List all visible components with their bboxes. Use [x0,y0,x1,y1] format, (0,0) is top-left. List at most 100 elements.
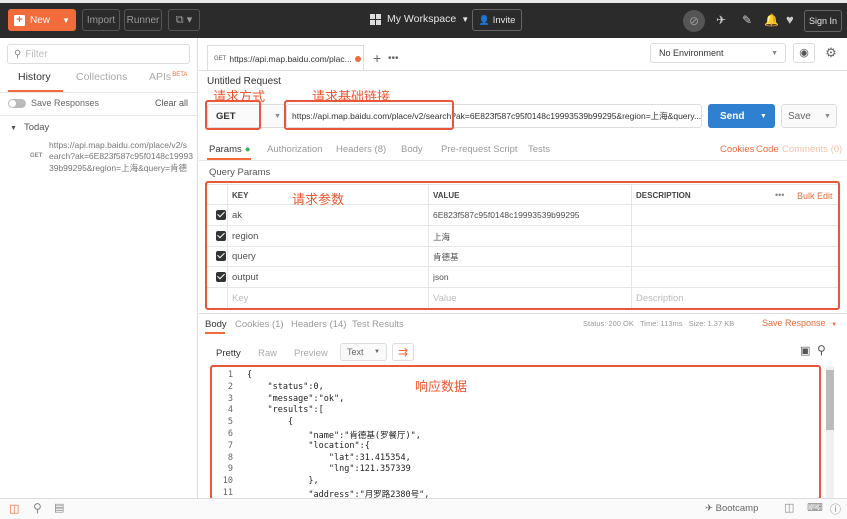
request-tab[interactable]: GET https://api.map.baidu.com/plac... [207,45,364,71]
new-window-button[interactable]: ⧉ ▾ [168,9,200,31]
response-tab-test-results[interactable]: Test Results [352,319,404,330]
user-plus-icon: 👤 [478,14,490,25]
response-status: Status: 200 OK Time: 113ms Size: 1.37 KB [583,319,734,328]
format-select[interactable]: Text ▼ [340,343,387,361]
comments-link[interactable]: Comments (0) [782,144,842,155]
save-responses-label: Save Responses [31,98,100,108]
view-preview-button[interactable]: Preview [294,348,328,359]
new-tab-button[interactable]: + [373,50,381,66]
sign-in-button[interactable]: Sign In [804,10,842,32]
tab-body[interactable]: Body [401,144,423,155]
runner-button[interactable]: Runner [124,9,162,31]
tab-headers[interactable]: Headers (8) [336,144,386,155]
tab-apis[interactable]: APIsBETA [149,71,187,83]
bootcamp-label: Bootcamp [715,503,759,514]
wrap-lines-icon[interactable]: ⇉ [392,343,414,361]
active-tab-indicator [205,332,225,334]
two-pane-icon[interactable]: ◫ [784,501,794,514]
history-url-line: https://api.map.baidu.com/place/v2/s [49,140,187,150]
size-text: Size: 1.37 KB [688,319,735,328]
format-label: Text [347,347,364,357]
invite-label: Invite [492,14,516,26]
eye-icon[interactable]: ◉ [793,43,815,63]
chevron-down-icon: ▼ [374,349,380,355]
bell-icon[interactable]: 🔔 [764,13,779,27]
response-tab-headers[interactable]: Headers (14) [291,319,346,330]
top-toolbar: + New ▼ Import Runner ⧉ ▾ My Workspace ▼… [0,0,847,38]
request-tab-method: GET [214,55,227,62]
annotation-box-response [210,365,821,500]
save-response-button[interactable]: Save Response ▼ [762,318,837,328]
save-response-label: Save Response [762,318,826,328]
plus-icon: + [14,14,25,26]
sync-icon[interactable]: ⊘ [683,10,705,32]
scrollbar-thumb[interactable] [826,370,834,430]
find-icon[interactable]: ⚲ [33,501,42,515]
tab-history[interactable]: History [18,71,51,83]
unsaved-dot-icon [354,55,361,62]
workspace-selector[interactable]: My Workspace ▼ [370,13,469,25]
group-today[interactable]: ▼ Today [10,122,49,133]
save-responses-toggle[interactable] [8,99,26,108]
sidebar-toggle-icon[interactable]: ◫ [9,502,19,515]
environment-label: No Environment [659,48,724,58]
history-method-badge: GET [30,153,43,159]
save-button[interactable]: Save ▼ [781,104,837,128]
history-item[interactable]: GET https://api.map.baidu.com/place/v2/s… [0,138,198,178]
tab-collections[interactable]: Collections [76,71,127,83]
import-button[interactable]: Import [82,9,120,31]
keyboard-icon[interactable]: ⌨ [807,501,823,514]
status-text: Status: 200 OK [583,319,634,328]
environment-selector[interactable]: No Environment ▼ [650,43,786,63]
divider [199,160,847,161]
divider [0,115,198,116]
beta-badge: BETA [172,71,188,78]
tab-authorization[interactable]: Authorization [267,144,322,155]
tab-headers-label: Headers (8) [336,144,387,155]
help-icon[interactable]: ⓘ [830,501,841,517]
chevron-down-icon: ▼ [461,14,470,24]
filter-input[interactable]: ⚲ Filter [7,44,190,64]
chevron-down-icon: ▼ [771,49,778,57]
chevron-down-icon: ▼ [274,112,281,120]
tab-params-label: Params [209,144,242,155]
code-link[interactable]: Code [756,144,779,155]
view-raw-button[interactable]: Raw [258,348,277,359]
response-tab-body[interactable]: Body [205,319,227,330]
settings-wrench-icon[interactable]: ✎ [742,13,752,27]
search-icon: ⚲ [14,48,22,60]
gear-icon[interactable]: ⚙ [820,43,842,63]
satellite-icon[interactable]: ✈ [716,13,726,27]
save-dropdown-icon[interactable]: ▼ [824,113,831,120]
request-tab-title: https://api.map.baidu.com/plac... [229,53,352,64]
grid-icon [370,13,381,25]
invite-button[interactable]: 👤 Invite [472,9,522,31]
annotation-method: 请求方式 [213,90,266,105]
send-button[interactable]: Send ▼ [708,104,775,128]
send-dropdown-icon[interactable]: ▼ [760,113,767,120]
cookies-link[interactable]: Cookies [720,144,754,155]
tab-params[interactable]: Params ● [209,144,250,155]
more-tabs-button[interactable]: ••• [388,53,399,64]
bootcamp-link[interactable]: ✈ Bootcamp [705,503,758,514]
new-button[interactable]: + New ▼ [8,9,76,31]
query-params-title: Query Params [209,167,271,178]
scrollbar-track[interactable] [826,366,834,498]
search-icon[interactable]: ⚲ [817,343,826,357]
heart-icon[interactable]: ♥ [786,12,794,27]
divider [0,92,198,93]
console-icon[interactable]: ▤ [54,501,64,514]
tab-prerequest[interactable]: Pre-request Script [441,144,518,155]
new-window-icon: ⧉ ▾ [175,14,193,26]
new-label: New [30,14,51,26]
copy-icon[interactable]: ▣ [800,344,810,357]
tab-tests[interactable]: Tests [528,144,550,155]
response-tab-cookies[interactable]: Cookies (1) [235,319,284,330]
history-url-line: earch?ak=6E823f587c95f0148c199935 [49,151,193,161]
clear-all-button[interactable]: Clear all [155,98,188,108]
send-label: Send [720,110,745,122]
view-pretty-button[interactable]: Pretty [216,348,241,359]
save-label: Save [788,110,811,122]
filter-placeholder: Filter [25,48,48,60]
new-dropdown-icon[interactable]: ▼ [62,16,70,25]
